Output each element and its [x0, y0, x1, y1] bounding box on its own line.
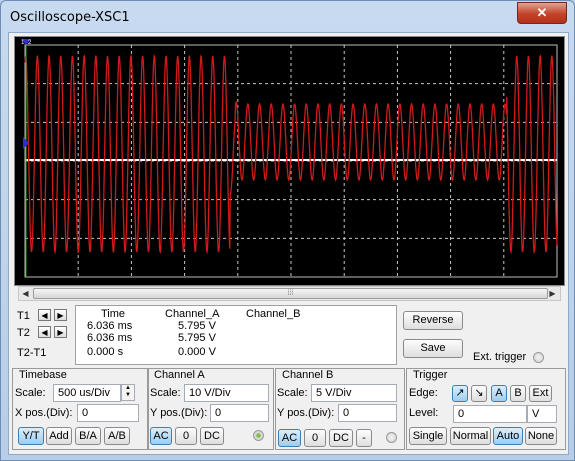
t2-t1-label: T2-T1 [17, 347, 47, 359]
trigger-title: Trigger [413, 369, 448, 381]
channel-a-scale-field[interactable]: 10 V/Div [184, 384, 269, 402]
close-button[interactable]: ✕ [517, 2, 567, 24]
delta-time: 0.000 s [87, 346, 124, 358]
trigger-source-a-button[interactable]: A [491, 385, 507, 402]
t2-left-icon[interactable]: ◀ [38, 326, 51, 338]
channel-a-title: Channel A [154, 369, 205, 381]
channel-b-scale-field[interactable]: 5 V/Div [311, 384, 397, 402]
t1-left-icon[interactable]: ◀ [38, 309, 51, 321]
trigger-source-b-button[interactable]: B [510, 385, 526, 402]
client-area: 12 ◀ ⁞⁞⁞ ▶ T1 ◀ ▶ T2 ◀ ▶ T2-T1 Time Chan… [8, 32, 569, 455]
mode-yt-button[interactable]: Y/T [18, 427, 44, 445]
scroll-left-icon[interactable]: ◀ [20, 288, 31, 299]
trigger-none-button[interactable]: None [525, 427, 557, 445]
channel-a-ypos-field[interactable]: 0 [210, 404, 269, 422]
scroll-right-icon[interactable]: ▶ [547, 288, 558, 299]
trigger-normal-button[interactable]: Normal [450, 427, 491, 445]
trigger-edge-label: Edge: [409, 387, 438, 399]
t1-time: 6.036 ms [87, 320, 133, 332]
channel-a-trace [24, 53, 558, 255]
time-header: Time [101, 308, 126, 320]
timebase-xpos-field[interactable]: 0 [77, 404, 139, 422]
scope-graph: 12 [21, 39, 558, 278]
channel-b-header: Channel_B [246, 308, 301, 320]
channel-a-ac-button[interactable]: AC [150, 427, 172, 445]
t1-channel-a: 5.795 V [178, 320, 216, 332]
t2-right-icon[interactable]: ▶ [54, 326, 67, 338]
channel-b-ac-button[interactable]: AC [278, 429, 301, 447]
channel-b-minus-button[interactable]: - [356, 429, 372, 447]
save-button[interactable]: Save [403, 339, 463, 358]
channel-b-ypos-label: Y pos.(Div): [277, 407, 335, 419]
trigger-level-unit[interactable]: V [527, 405, 557, 423]
timebase-scale-field[interactable]: 500 us/Div [53, 384, 121, 402]
ext-trigger-radio[interactable] [533, 352, 544, 363]
oscilloscope-window: Oscilloscope-XSC1 ✕ 12 ◀ ⁞⁞⁞ ▶ T1 ◀ ▶ T2… [0, 0, 575, 461]
scroll-thumb[interactable]: ⁞⁞⁞ [33, 288, 548, 299]
channel-b-title: Channel B [282, 369, 334, 381]
mode-ba-button[interactable]: B/A [75, 427, 101, 445]
channel-b-ypos-field[interactable]: 0 [338, 404, 397, 422]
trigger-auto-button[interactable]: Auto [493, 427, 523, 445]
trigger-level-label: Level: [409, 407, 439, 419]
ext-trigger-label: Ext. trigger [473, 351, 527, 363]
channel-a-dc-button[interactable]: DC [200, 427, 224, 445]
t2-time: 6.036 ms [87, 332, 133, 344]
title-bar[interactable]: Oscilloscope-XSC1 ✕ [1, 1, 574, 31]
timebase-scale-label: Scale: [15, 387, 46, 399]
window-title: Oscilloscope-XSC1 [10, 10, 130, 25]
reverse-button[interactable]: Reverse [403, 311, 463, 330]
channel-b-zero-button[interactable]: 0 [304, 429, 326, 447]
timebase-xpos-label: X pos.(Div): [15, 407, 73, 419]
channel-a-header: Channel_A [165, 308, 220, 320]
trigger-source-ext-button[interactable]: Ext [529, 385, 552, 402]
falling-edge-icon[interactable]: ↘ [471, 385, 487, 402]
trigger-level-field[interactable]: 0 [453, 405, 527, 423]
channel-a-ypos-label: Y pos.(Div): [150, 407, 208, 419]
channel-b-radio[interactable] [386, 432, 397, 443]
t2-channel-a: 5.795 V [178, 332, 216, 344]
mode-ab-button[interactable]: A/B [104, 427, 130, 445]
spin-up-icon[interactable]: ▲ [122, 385, 134, 392]
t1-label: T1 [17, 310, 30, 322]
channel-b-scale-label: Scale: [277, 387, 308, 399]
horizontal-scrollbar[interactable]: ◀ ⁞⁞⁞ ▶ [18, 286, 561, 301]
mode-add-button[interactable]: Add [46, 427, 72, 445]
trigger-single-button[interactable]: Single [409, 427, 447, 445]
t2-label: T2 [17, 327, 30, 339]
channel-a-radio[interactable] [253, 430, 264, 441]
channel-a-scale-label: Scale: [150, 387, 181, 399]
rising-edge-icon[interactable]: ↗ [452, 385, 468, 402]
measurement-readout: Time Channel_A Channel_B 6.036 ms 5.795 … [75, 305, 397, 365]
timebase-scale-spinner[interactable]: ▲ ▼ [121, 384, 135, 401]
channel-b-dc-button[interactable]: DC [329, 429, 353, 447]
delta-channel-a: 0.000 V [178, 346, 216, 358]
channel-a-zero-button[interactable]: 0 [175, 427, 197, 445]
scope-display: 12 [14, 36, 565, 286]
t1-right-icon[interactable]: ▶ [54, 309, 67, 321]
spin-down-icon[interactable]: ▼ [122, 392, 134, 399]
timebase-title: Timebase [19, 369, 67, 381]
